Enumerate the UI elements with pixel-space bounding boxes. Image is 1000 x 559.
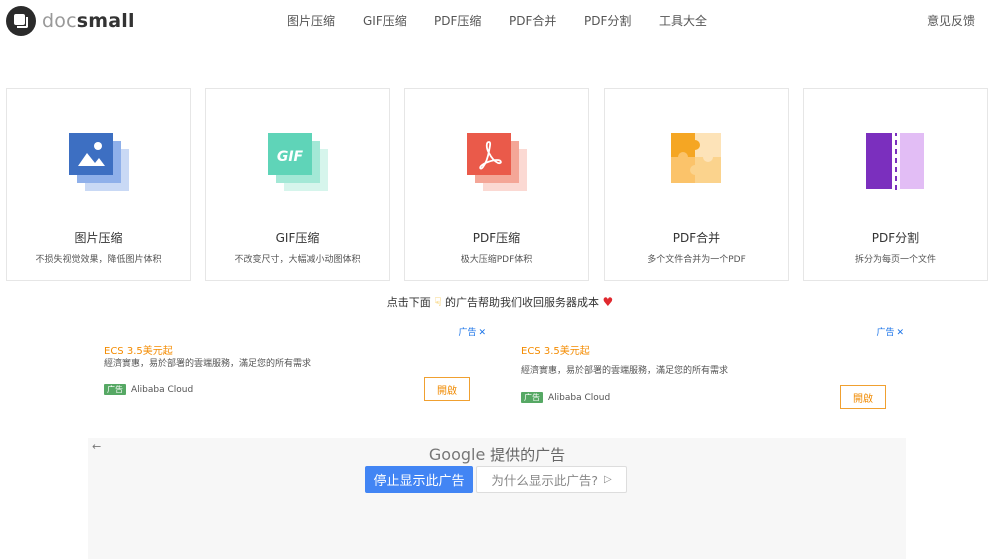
feedback-link[interactable]: 意见反馈 bbox=[927, 12, 975, 29]
donate-text-before: 点击下面 bbox=[386, 296, 431, 309]
donate-text-after: 的广告帮助我们收回服务器成本 bbox=[445, 296, 600, 309]
close-ad-icon[interactable]: ✕ bbox=[478, 328, 486, 338]
close-ad-icon[interactable]: ✕ bbox=[896, 328, 904, 338]
card-title: PDF合并 bbox=[672, 231, 721, 245]
card-title: PDF分割 bbox=[871, 231, 920, 245]
google-ad-title: Google 提供的广告 bbox=[88, 444, 906, 465]
google-provided-text: 提供的广告 bbox=[485, 446, 566, 464]
nav-gif-compress[interactable]: GIF压缩 bbox=[363, 12, 407, 29]
card-pdf-split[interactable]: PDF分割 拆分为每页一个文件 bbox=[803, 88, 988, 281]
google-wordmark: Google bbox=[428, 445, 486, 464]
ad-open-button[interactable]: 開啟 bbox=[840, 385, 886, 409]
ad-advertiser-name: Alibaba Cloud bbox=[548, 392, 611, 403]
pdf-merge-icon bbox=[667, 133, 729, 195]
pointing-down-hand-icon: ☟ bbox=[434, 295, 442, 309]
ad-badge: 广告 bbox=[104, 384, 126, 395]
header: docsmall 图片压缩 GIF压缩 PDF压缩 PDF合并 PDF分割 工具… bbox=[0, 0, 1000, 42]
google-ad-feedback-panel: ← Google 提供的广告 停止显示此广告 为什么显示此广告? ▷ bbox=[88, 438, 906, 559]
ad-advertiser: 广告 Alibaba Cloud bbox=[521, 392, 610, 403]
card-desc: 不改变尺寸，大幅减小动图体积 bbox=[234, 255, 361, 265]
card-image-compress[interactable]: 图片压缩 不损失视觉效果，降低图片体积 bbox=[6, 88, 191, 281]
nav-pdf-merge[interactable]: PDF合并 bbox=[509, 12, 556, 29]
ad-advertiser: 广告 Alibaba Cloud bbox=[104, 384, 193, 395]
card-desc: 拆分为每页一个文件 bbox=[854, 255, 936, 265]
nav-tools[interactable]: 工具大全 bbox=[659, 12, 707, 29]
ad-body: 經濟實惠，易於部署的雲端服務，滿足您的所有需求 bbox=[521, 366, 729, 376]
nav-pdf-split[interactable]: PDF分割 bbox=[584, 12, 631, 29]
ad-body: 經濟實惠，易於部署的雲端服務，滿足您的所有需求 bbox=[104, 359, 312, 369]
ad-badge: 广告 bbox=[521, 392, 543, 403]
main-nav: 图片压缩 GIF压缩 PDF压缩 PDF合并 PDF分割 工具大全 bbox=[0, 12, 1000, 30]
pdf-compress-icon bbox=[467, 133, 529, 195]
card-desc: 多个文件合并为一个PDF bbox=[647, 255, 746, 265]
pdf-split-icon bbox=[866, 131, 928, 195]
google-ad-buttons: 停止显示此广告 为什么显示此广告? ▷ bbox=[365, 466, 627, 493]
nav-pdf-compress[interactable]: PDF压缩 bbox=[434, 12, 481, 29]
adchoices-label[interactable]: 广告 ✕ bbox=[458, 325, 486, 338]
donate-message: 点击下面 ☟ 的广告帮助我们收回服务器成本 ♥ bbox=[0, 294, 1000, 310]
nav-image-compress[interactable]: 图片压缩 bbox=[287, 12, 335, 29]
gif-compress-icon: GIF bbox=[268, 133, 330, 195]
card-pdf-merge[interactable]: PDF合并 多个文件合并为一个PDF bbox=[604, 88, 789, 281]
ad-advertiser-name: Alibaba Cloud bbox=[131, 384, 194, 395]
ad-title[interactable]: ECS 3.5美元起 bbox=[521, 342, 590, 357]
adchoices-text: 广告 bbox=[458, 328, 477, 338]
card-title: PDF压缩 bbox=[472, 231, 521, 245]
stop-showing-ad-button[interactable]: 停止显示此广告 bbox=[365, 466, 473, 493]
card-title: GIF压缩 bbox=[275, 231, 320, 245]
heart-icon: ♥ bbox=[602, 295, 614, 309]
card-desc: 不损失视觉效果，降低图片体积 bbox=[35, 255, 162, 265]
ad-title[interactable]: ECS 3.5美元起 bbox=[104, 342, 173, 357]
page: docsmall 图片压缩 GIF压缩 PDF压缩 PDF合并 PDF分割 工具… bbox=[0, 0, 1000, 559]
why-this-ad-button[interactable]: 为什么显示此广告? ▷ bbox=[476, 466, 627, 493]
adchoices-play-icon: ▷ bbox=[603, 474, 612, 485]
card-gif-compress[interactable]: GIF GIF压缩 不改变尺寸，大幅减小动图体积 bbox=[205, 88, 390, 281]
card-title: 图片压缩 bbox=[74, 231, 123, 245]
ad-unit-left[interactable]: 广告 ✕ ECS 3.5美元起 經濟實惠，易於部署的雲端服務，滿足您的所有需求 广… bbox=[104, 325, 486, 405]
why-this-ad-label: 为什么显示此广告? bbox=[491, 473, 598, 488]
image-compress-icon bbox=[69, 133, 131, 195]
ad-unit-right[interactable]: 广告 ✕ ECS 3.5美元起 經濟實惠，易於部署的雲端服務，滿足您的所有需求 广… bbox=[521, 325, 904, 413]
card-pdf-compress[interactable]: PDF压缩 极大压缩PDF体积 bbox=[404, 88, 589, 281]
svg-text:GIF: GIF bbox=[277, 149, 304, 165]
adchoices-label[interactable]: 广告 ✕ bbox=[876, 325, 904, 338]
adchoices-text: 广告 bbox=[876, 328, 895, 338]
ad-open-button[interactable]: 開啟 bbox=[424, 377, 470, 401]
card-desc: 极大压缩PDF体积 bbox=[460, 255, 533, 265]
